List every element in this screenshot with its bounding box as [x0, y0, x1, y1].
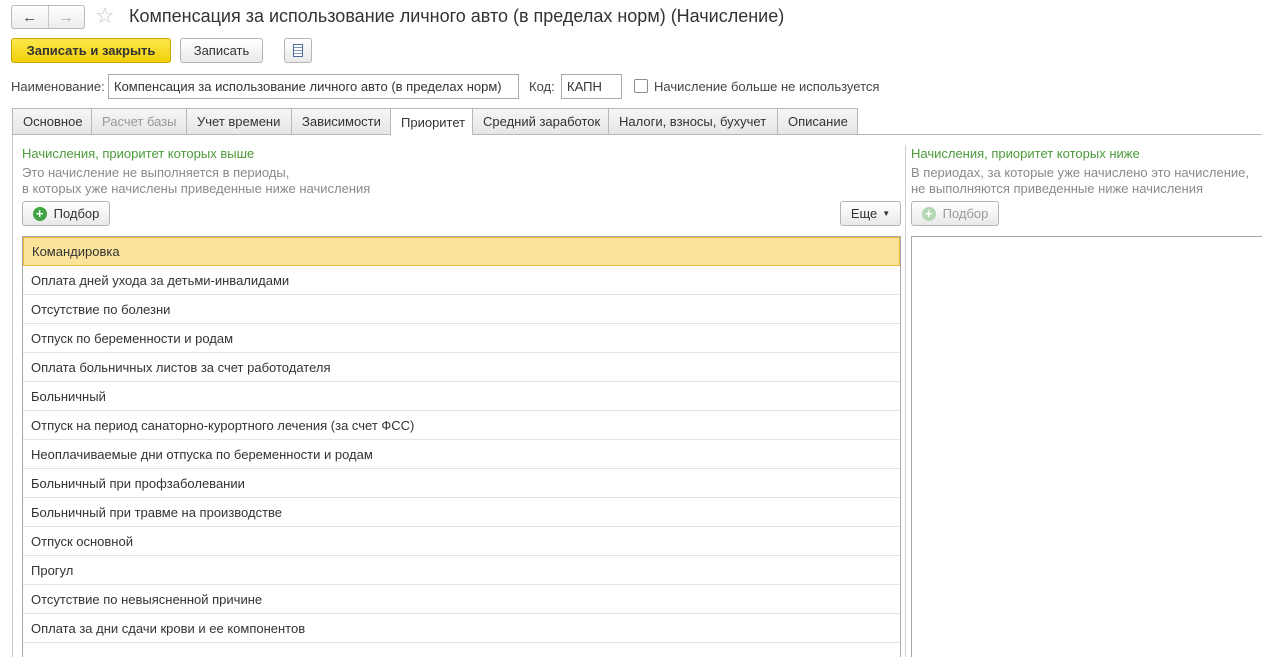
right-pick-label: Подбор [942, 206, 989, 221]
list-item[interactable]: Отпуск основной [23, 527, 900, 556]
save-button[interactable]: Записать [180, 38, 263, 63]
tab-dependencies[interactable]: Зависимости [291, 108, 390, 135]
back-arrow-icon[interactable]: ← [12, 6, 48, 28]
list-item[interactable]: Отсутствие по невыясненной причине [23, 585, 900, 614]
name-field[interactable]: Компенсация за использование личного авт… [108, 74, 519, 99]
tab-main[interactable]: Основное [12, 108, 91, 135]
left-pick-label: Подбор [53, 206, 100, 221]
left-pick-button[interactable]: + Подбор [22, 201, 110, 226]
tab-bar: Основное Расчет базы Учет времени Зависи… [12, 108, 858, 136]
more-label: Еще [850, 206, 878, 221]
list-item[interactable]: Командировка [23, 237, 900, 266]
list-item[interactable]: Оплата больничных листов за счет работод… [23, 353, 900, 382]
list-item[interactable]: Оплата за дни сдачи крови и ее компонент… [23, 614, 900, 643]
tab-average-earnings[interactable]: Средний заработок [472, 108, 608, 135]
right-panel-desc-2: не выполняются приведенные ниже начислен… [911, 181, 1204, 196]
unused-checkbox[interactable] [634, 79, 648, 93]
code-label: Код: [529, 79, 555, 94]
tab-priority[interactable]: Приоритет [390, 108, 472, 136]
list-item[interactable]: Отпуск на период санаторно-курортного ле… [23, 411, 900, 440]
plus-circle-icon: + [32, 206, 47, 221]
name-label: Наименование: [11, 79, 105, 94]
list-item[interactable]: Оплата дней ухода за детьми-инвалидами [23, 266, 900, 295]
forward-arrow-icon[interactable]: → [47, 6, 85, 28]
list-item[interactable]: Отпуск по беременности и родам [23, 324, 900, 353]
star-icon[interactable]: ☆ [95, 4, 115, 28]
right-panel-heading: Начисления, приоритет которых ниже [911, 146, 1140, 161]
list-item[interactable]: Неоплачиваемые дни отпуска по беременнос… [23, 440, 900, 469]
panel-divider [905, 145, 906, 657]
navigation-buttons: ← → [11, 5, 85, 29]
list-item[interactable]: Прогул [23, 556, 900, 585]
lower-priority-list[interactable] [911, 236, 1262, 657]
document-list-button[interactable] [284, 38, 312, 63]
tab-time-accounting[interactable]: Учет времени [186, 108, 291, 135]
left-panel-desc-1: Это начисление не выполняется в периоды, [22, 165, 290, 180]
save-and-close-button[interactable]: Записать и закрыть [11, 38, 171, 63]
tab-taxes[interactable]: Налоги, взносы, бухучет [608, 108, 777, 135]
tab-base-calculation[interactable]: Расчет базы [91, 108, 186, 135]
plus-circle-icon: + [921, 206, 936, 221]
list-item[interactable]: Больничный при профзаболевании [23, 469, 900, 498]
dropdown-caret-icon: ▼ [882, 209, 891, 218]
more-button[interactable]: Еще ▼ [840, 201, 901, 226]
right-panel-desc-1: В периодах, за которые уже начислено это… [911, 165, 1249, 180]
left-panel-heading: Начисления, приоритет которых выше [22, 146, 255, 161]
right-pick-button[interactable]: + Подбор [911, 201, 999, 226]
list-item[interactable]: Больничный при травме на производстве [23, 498, 900, 527]
left-panel-desc-2: в которых уже начислены приведенные ниже… [22, 181, 371, 196]
document-list-icon [293, 44, 303, 57]
tab-description[interactable]: Описание [777, 108, 858, 135]
list-item[interactable]: Больничный [23, 382, 900, 411]
list-item[interactable]: Отсутствие по болезни [23, 295, 900, 324]
higher-priority-list[interactable]: Командировка Оплата дней ухода за детьми… [22, 236, 901, 657]
window-title: Компенсация за использование личного авт… [129, 6, 785, 26]
panel-border [12, 134, 13, 657]
code-field[interactable]: КАПН [561, 74, 622, 99]
unused-label: Начисление больше не используется [654, 79, 880, 94]
